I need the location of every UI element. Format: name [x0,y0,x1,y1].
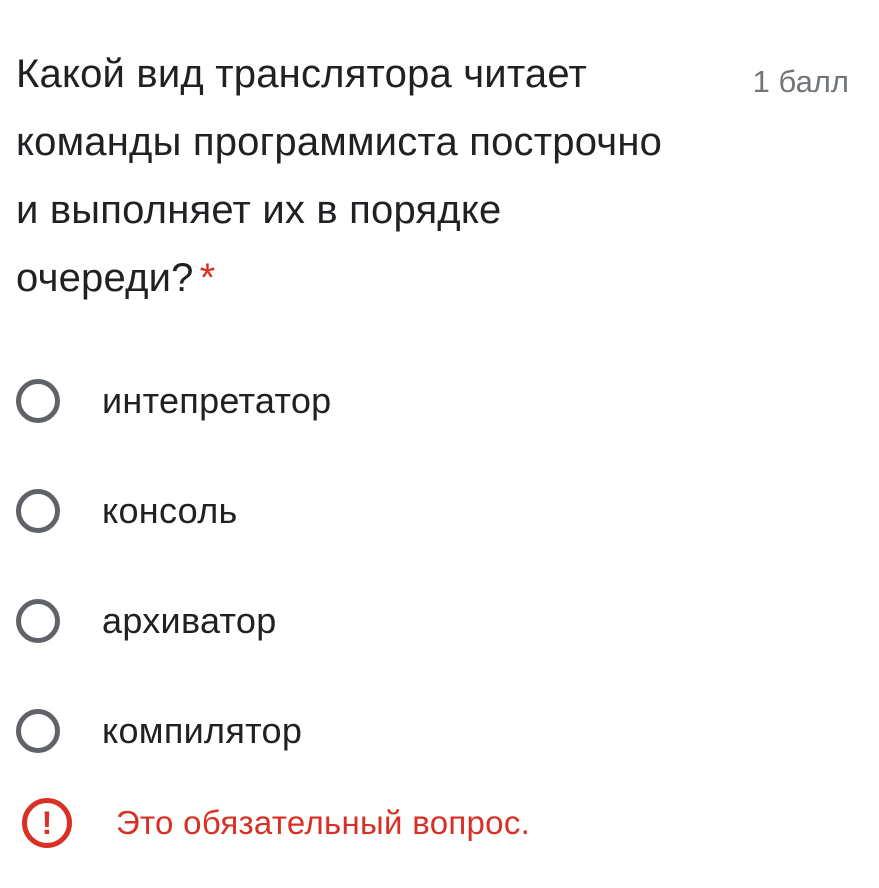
question-header: Какой вид транслятора читает команды про… [16,40,879,312]
option-archiver[interactable]: архиватор [16,596,836,706]
option-label[interactable]: интепретатор [102,376,331,426]
option-label[interactable]: консоль [102,486,238,536]
question-card: Какой вид транслятора читает команды про… [0,0,879,888]
required-asterisk: * [199,256,216,300]
exclamation-circle-icon: ! [22,798,72,848]
radio-button[interactable] [16,709,60,753]
option-console[interactable]: консоль [16,486,836,596]
error-message: Это обязательный вопрос. [116,804,531,841]
question-title: Какой вид транслятора читает команды про… [16,40,676,312]
points-label: 1 балл [752,64,849,99]
question-title-text: Какой вид транслятора читает команды про… [16,52,663,300]
answer-options: интепретатор консоль архиватор компилято… [16,376,836,816]
radio-button[interactable] [16,489,60,533]
radio-button[interactable] [16,599,60,643]
option-label[interactable]: архиватор [102,596,277,646]
radio-button[interactable] [16,379,60,423]
option-label[interactable]: компилятор [102,706,302,756]
required-error: ! Это обязательный вопрос. [22,798,530,848]
option-interpreter[interactable]: интепретатор [16,376,836,486]
